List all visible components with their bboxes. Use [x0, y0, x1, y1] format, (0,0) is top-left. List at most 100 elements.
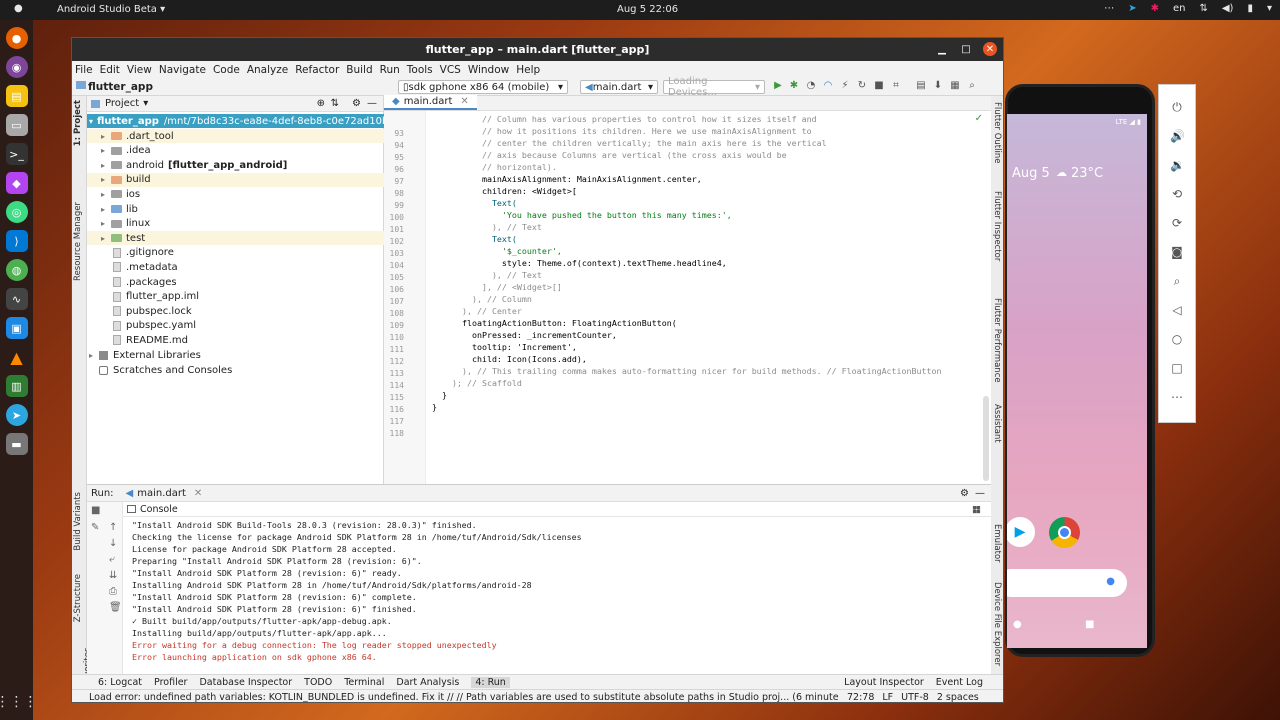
debug-icon[interactable]: ✱ [788, 80, 800, 93]
tree-item[interactable]: .gitignore [87, 246, 384, 260]
menu-run[interactable]: Run [380, 64, 400, 76]
app-menu[interactable]: Android Studio Beta ▾ [57, 4, 165, 15]
code-line[interactable]: tooltip: 'Increment', [432, 342, 577, 352]
chevron-right-icon[interactable]: ▸ [89, 351, 99, 360]
run-config-selector[interactable]: ◀ main.dart ▾ [580, 80, 658, 94]
emulator-screen[interactable]: LTE ◢ ▮ Aug 5 ☁ 23°C ▶ ● ● ■ [1007, 114, 1147, 648]
code-line[interactable]: ), // Column [432, 294, 532, 304]
code-line[interactable]: // how it positions its children. Here w… [432, 126, 812, 136]
chevron-right-icon[interactable]: ▸ [101, 234, 111, 243]
code-line[interactable]: mainAxisAlignment: MainAxisAlignment.cen… [432, 174, 702, 184]
code-line[interactable]: // horizontal). [432, 162, 557, 172]
collapse-icon[interactable]: ⇅ [331, 98, 339, 109]
menu-file[interactable]: File [75, 64, 93, 76]
tab-flutter-inspector[interactable]: Flutter Inspector [992, 191, 1002, 261]
zoom-icon[interactable]: ⌕ [1170, 274, 1184, 288]
play-store-icon[interactable]: ▶ [1007, 517, 1035, 547]
code-line[interactable]: ); // Scaffold [432, 378, 522, 388]
trash-icon[interactable]: 🗑 [109, 602, 122, 613]
network-icon[interactable]: ⇅ [1199, 3, 1207, 14]
chevron-down-icon[interactable]: ▾ [89, 117, 93, 126]
tab-event-log[interactable]: Event Log [936, 677, 983, 688]
chevron-down-icon[interactable]: ▾ [143, 98, 148, 109]
close-icon[interactable]: ✕ [194, 488, 202, 499]
system-tray[interactable]: ⋯ ➤ ✱ en ⇅ ◀) ▮ ▾ [1104, 3, 1272, 14]
window-titlebar[interactable]: flutter_app – main.dart [flutter_app] ▁ … [72, 38, 1003, 61]
app-icon[interactable]: ▥ [5, 375, 28, 397]
tree-item[interactable]: pubspec.lock [87, 304, 384, 318]
tab-project[interactable]: 1: Project [73, 100, 83, 146]
tab-flutter-outline[interactable]: Flutter Outline [992, 102, 1002, 163]
tab-database-inspector[interactable]: Database Inspector [199, 677, 292, 688]
run-tab[interactable]: ◀ main.dart ✕ [126, 488, 203, 499]
back-nav-icon[interactable]: ● [1013, 619, 1022, 630]
overview-icon[interactable]: □ [1170, 361, 1184, 375]
hide-icon[interactable]: — [367, 98, 377, 109]
devices-selector[interactable]: Loading Devices... ▾ [663, 76, 765, 98]
tree-item[interactable]: ▸ lib [87, 202, 384, 216]
tab-build-variants[interactable]: Build Variants [73, 492, 83, 551]
tor-browser-icon[interactable]: ◉ [5, 56, 28, 78]
editor-scrollbar[interactable] [983, 396, 989, 481]
arrow-up-icon[interactable]: ↑ [109, 522, 117, 533]
editor-tab-main-dart[interactable]: ◆ main.dart ✕ [384, 95, 477, 110]
file-encoding[interactable]: UTF-8 [901, 692, 929, 703]
code-line[interactable]: ), // Text [432, 270, 542, 280]
menu-vcs[interactable]: VCS [440, 64, 461, 76]
tree-item[interactable]: ▸ android [flutter_app_android] [87, 158, 384, 172]
recents-nav-icon[interactable]: ■ [1085, 619, 1094, 630]
tab-todo[interactable]: TODO [304, 677, 332, 688]
firefox-icon[interactable]: ● [5, 27, 28, 49]
code-line[interactable]: child: Icon(Icons.add), [432, 354, 587, 364]
device-selector[interactable]: ▯ sdk gphone x86 64 (mobile) ▾ [398, 80, 568, 94]
arrow-down-icon[interactable]: ↓ [109, 538, 117, 549]
code-line[interactable]: Text( [432, 234, 517, 244]
google-search-bar[interactable]: ● [1007, 569, 1127, 597]
pin-icon[interactable]: ✎ [91, 522, 99, 533]
code-line[interactable]: ), // Center [432, 306, 522, 316]
chrome-icon[interactable] [1049, 517, 1080, 548]
files-icon[interactable]: ▭ [5, 114, 28, 136]
terminal-icon[interactable]: >_ [5, 143, 28, 165]
menu-analyze[interactable]: Analyze [247, 64, 288, 76]
menu-edit[interactable]: Edit [100, 64, 120, 76]
stop-icon[interactable]: ■ [91, 505, 100, 516]
clock[interactable]: Aug 5 22:06 [617, 4, 678, 15]
indent-setting[interactable]: 2 spaces [937, 692, 979, 703]
vscode-icon[interactable]: ⟩ [5, 230, 28, 252]
code-line[interactable]: 'You have pushed the button this many ti… [432, 210, 732, 220]
code-line[interactable]: } [432, 390, 447, 400]
tree-item[interactable]: .packages [87, 275, 384, 289]
search-icon[interactable]: ⌕ [966, 80, 978, 93]
close-icon[interactable]: ✕ [460, 96, 468, 107]
phpstorm-icon[interactable]: ◆ [5, 172, 28, 194]
gear-icon[interactable]: ⚙ [352, 98, 361, 109]
power-menu-icon[interactable]: ▾ [1267, 3, 1272, 14]
tab-run[interactable]: 4: Run [471, 676, 510, 688]
menu-view[interactable]: View [127, 64, 152, 76]
telegram-icon[interactable]: ➤ [1128, 3, 1136, 14]
browser-icon[interactable]: ◍ [5, 259, 28, 281]
menu-navigate[interactable]: Navigate [159, 64, 206, 76]
gear-icon[interactable]: ⚙ [960, 488, 969, 499]
disk-icon[interactable]: ▬ [5, 433, 28, 455]
tab-profiler[interactable]: Profiler [154, 677, 187, 688]
tab-emulator[interactable]: Emulator [992, 524, 1002, 563]
volume-down-icon[interactable]: 🔉 [1170, 158, 1185, 172]
tree-item[interactable]: ▸ linux [87, 217, 384, 231]
tree-item[interactable]: ▸ .idea [87, 144, 384, 158]
code-line[interactable]: '$_counter', [432, 246, 562, 256]
tab-structure[interactable]: Z-Structure [73, 574, 83, 622]
menu-refactor[interactable]: Refactor [295, 64, 339, 76]
back-icon[interactable]: ◁ [1170, 303, 1184, 317]
chevron-right-icon[interactable]: ▸ [101, 190, 111, 199]
chevron-right-icon[interactable]: ▸ [101, 132, 111, 141]
tree-item[interactable]: README.md [87, 333, 384, 347]
tree-item[interactable]: ▸ test [87, 231, 384, 246]
telegram-dock-icon[interactable]: ➤ [5, 404, 28, 426]
notes-icon[interactable]: ▤ [5, 85, 28, 107]
code-line[interactable]: floatingActionButton: FloatingActionButt… [432, 318, 677, 328]
screen-tool-icon[interactable]: ▣ [5, 317, 28, 339]
show-apps-icon[interactable]: ⋮⋮⋮ [0, 694, 38, 710]
tab-dart-analysis[interactable]: Dart Analysis [396, 677, 459, 688]
